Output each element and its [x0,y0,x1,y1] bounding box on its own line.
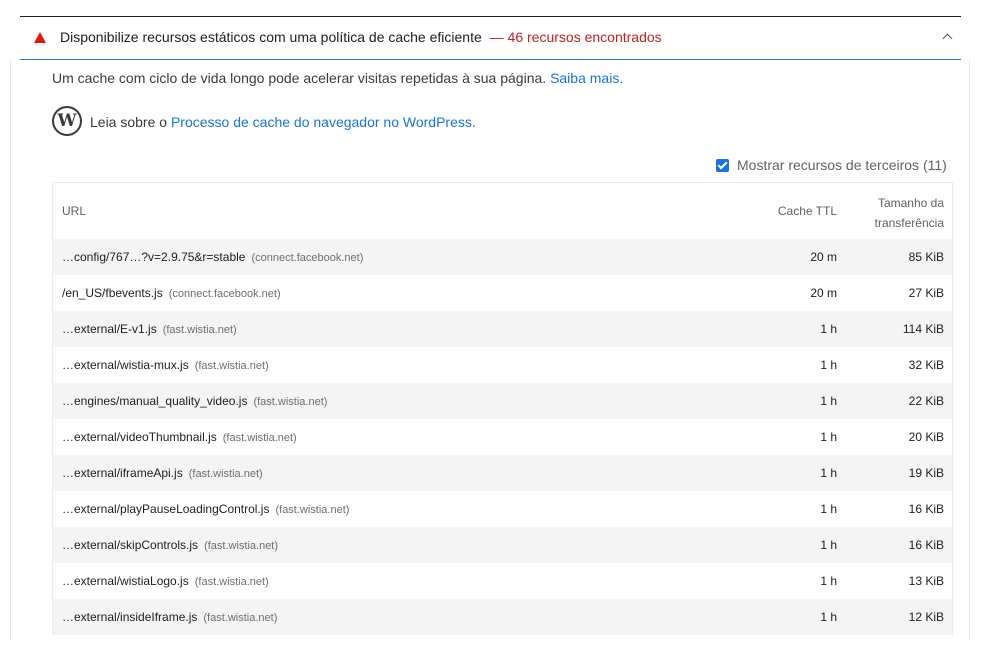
table-row: …engines/manual_quality_video.js (fast.wi… [53,383,952,419]
panel-left-border [10,60,11,640]
resource-transfer-size: 20 KiB [908,430,944,444]
table-row: …external/insideIframe.js (fast.wistia.ne… [53,599,952,635]
table-header: URL Cache TTL Tamanho da transferência [53,183,952,239]
resource-cache-ttl: 20 m [810,250,837,264]
chevron-up-icon[interactable] [942,33,953,44]
resource-host: (fast.wistia.net) [162,324,237,336]
resource-cache-ttl: 1 h [820,538,837,552]
table-row: …external/playPauseLoadingControl.js (fas… [53,491,952,527]
resource-cache-ttl: 1 h [820,394,837,408]
resource-url[interactable]: …external/iframeApi.js (fast.wistia.net) [62,466,263,480]
resource-url[interactable]: …external/playPauseLoadingControl.js (fas… [62,502,349,516]
fail-triangle-icon [34,32,46,43]
resource-host: (fast.wistia.net) [203,612,278,624]
resource-url[interactable]: …external/wistiaLogo.js (fast.wistia.net) [62,574,269,588]
resource-cache-ttl: 1 h [820,466,837,480]
resource-cache-ttl: 1 h [820,574,837,588]
table-row: …external/wistiaLogo.js (fast.wistia.net)… [53,563,952,599]
resource-transfer-size: 16 KiB [908,538,944,552]
table-row: …external/iframeApi.js (fast.wistia.net) 1… [53,455,952,491]
resource-url[interactable]: …external/E-v1.js (fast.wistia.net) [62,322,237,336]
table-row: …external/E-v1.js (fast.wistia.net) 1 h 114… [53,311,952,347]
resource-url-path[interactable]: …external/skipControls.js [62,538,198,552]
column-header-transfer-size: Tamanho da transferência [875,193,944,233]
resource-cache-ttl: 1 h [820,610,837,624]
resource-transfer-size: 85 KiB [908,250,944,264]
resource-host: (fast.wistia.net) [194,576,269,588]
wordpress-cache-link[interactable]: Processo de cache do navegador no WordPr… [171,114,476,130]
resource-url-path[interactable]: /en_US/fbevents.js [62,286,163,300]
resource-transfer-size: 13 KiB [908,574,944,588]
table-row: …external/wistia-mux.js (fast.wistia.net)… [53,347,952,383]
resource-cache-ttl: 1 h [820,502,837,516]
column-header-cache-ttl: Cache TTL [777,204,837,218]
resource-transfer-size: 114 KiB [902,322,944,336]
stack-pack-advice: Leia sobre o Processo de cache do navega… [90,114,476,130]
audit-description: Um cache com ciclo de vida longo pode ac… [52,70,623,86]
resource-url-path[interactable]: …external/wistiaLogo.js [62,574,189,588]
third-party-label[interactable]: Mostrar recursos de terceiros (11) [737,157,947,173]
resource-url[interactable]: …engines/manual_quality_video.js (fast.wi… [62,394,327,408]
resource-transfer-size: 22 KiB [908,394,944,408]
resource-url-path[interactable]: …external/wistia-mux.js [62,358,189,372]
audit-title: Disponibilize recursos estáticos com uma… [60,29,662,45]
resource-url-path[interactable]: …external/insideIframe.js [62,610,197,624]
resource-url[interactable]: …external/insideIframe.js (fast.wistia.ne… [62,610,277,624]
resource-url-path[interactable]: …external/iframeApi.js [62,466,183,480]
resource-cache-ttl: 1 h [820,430,837,444]
third-party-filter[interactable]: Mostrar recursos de terceiros (11) [716,157,947,173]
resource-url[interactable]: …external/wistia-mux.js (fast.wistia.net) [62,358,269,372]
resource-url[interactable]: …config/767…?v=2.9.75&r=stable (connect.f… [62,250,363,264]
third-party-checkbox[interactable] [716,158,729,172]
resource-url[interactable]: /en_US/fbevents.js (connect.facebook.net) [62,286,281,300]
resource-url-path[interactable]: …external/E-v1.js [62,322,157,336]
description-text: Um cache com ciclo de vida longo pode ac… [52,70,547,86]
resource-transfer-size: 32 KiB [908,358,944,372]
panel-right-border [969,60,970,640]
audit-title-text: Disponibilize recursos estáticos com uma… [60,29,482,45]
resource-url[interactable]: …external/skipControls.js (fast.wistia.ne… [62,538,278,552]
resource-host: (fast.wistia.net) [253,396,328,408]
resource-host: (connect.facebook.net) [168,288,281,300]
resource-url-path[interactable]: …engines/manual_quality_video.js [62,394,247,408]
resource-cache-ttl: 1 h [820,358,837,372]
resource-cache-ttl: 1 h [820,322,837,336]
table-row: /en_US/fbevents.js (connect.facebook.net)… [53,275,952,311]
column-header-url: URL [62,204,87,218]
audit-header[interactable]: Disponibilize recursos estáticos com uma… [20,17,961,60]
table-body: …config/767…?v=2.9.75&r=stable (connect.f… [53,239,952,635]
resource-transfer-size: 27 KiB [908,286,944,300]
learn-more-link[interactable]: Saiba mais. [550,70,623,86]
resource-url-path[interactable]: …external/videoThumbnail.js [62,430,217,444]
resource-host: (connect.facebook.net) [251,252,364,264]
resource-url-path[interactable]: …external/playPauseLoadingControl.js [62,502,269,516]
audit-display-value: — 46 recursos encontrados [489,29,662,45]
resource-url-path[interactable]: …config/767…?v=2.9.75&r=stable [62,250,245,264]
resource-transfer-size: 12 KiB [908,610,944,624]
table-row: …external/videoThumbnail.js (fast.wistia.… [53,419,952,455]
transfer-size-line-2: transferência [874,216,944,230]
resource-transfer-size: 16 KiB [908,502,944,516]
resource-transfer-size: 19 KiB [908,466,944,480]
resource-cache-ttl: 20 m [810,286,837,300]
table-row: …external/skipControls.js (fast.wistia.ne… [53,527,952,563]
resource-host: (fast.wistia.net) [194,360,269,372]
resource-host: (fast.wistia.net) [222,432,297,444]
cache-resources-table: URL Cache TTL Tamanho da transferência …… [52,182,953,635]
stack-pack-prefix: Leia sobre o [90,114,168,130]
checkmark-icon [717,159,728,169]
resource-host: (fast.wistia.net) [204,540,279,552]
table-row: …config/767…?v=2.9.75&r=stable (connect.f… [53,239,952,275]
resource-url[interactable]: …external/videoThumbnail.js (fast.wistia.… [62,430,297,444]
wordpress-icon: W [52,106,82,136]
resource-host: (fast.wistia.net) [188,468,263,480]
transfer-size-line-1: Tamanho da [877,196,944,210]
resource-host: (fast.wistia.net) [275,504,350,516]
